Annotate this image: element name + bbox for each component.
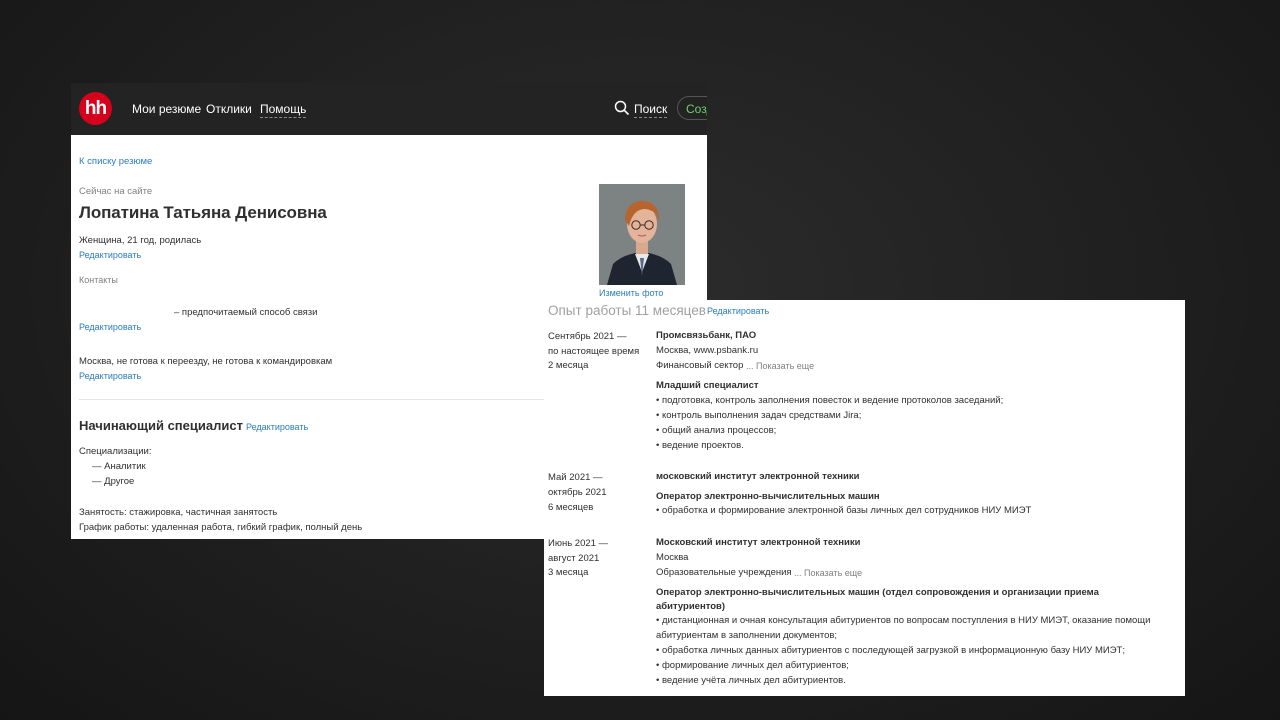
profile-photo xyxy=(599,184,685,285)
job-period-start: Июнь 2021 — xyxy=(548,538,609,549)
job-duty: • ведение проектов. xyxy=(656,440,744,451)
job-company-info: Москва, www.psbank.ru xyxy=(656,345,759,356)
job-role: Оператор электронно-вычислительных машин… xyxy=(656,587,1099,598)
job-period-start: Сентябрь 2021 — xyxy=(548,331,627,342)
work-schedule: График работы: удаленная работа, гибкий … xyxy=(79,522,363,533)
nav-search[interactable]: Поиск xyxy=(634,102,668,118)
job-duty: • обработка и формирование электронной б… xyxy=(656,505,1032,516)
work-experience-panel: Опыт работы 11 месяцев Редактировать Сен… xyxy=(544,300,1185,696)
job-duty: • контроль выполнения задач средствами J… xyxy=(656,410,862,421)
nav-responses[interactable]: Отклики xyxy=(206,102,252,116)
gender-age: Женщина, 21 год, родилась xyxy=(79,235,202,246)
job-role: Оператор электронно-вычислительных машин xyxy=(656,491,880,502)
job-industry: Образовательные учреждения xyxy=(656,567,792,578)
job-duty: • подготовка, контроль заполнения повест… xyxy=(656,395,1004,406)
edit-experience-link[interactable]: Редактировать xyxy=(707,306,769,316)
back-to-resumes-link[interactable]: К списку резюме xyxy=(79,156,152,167)
specializations-label: Специализации: xyxy=(79,446,152,457)
job-duty: • дистанционная и очная консультация аби… xyxy=(656,615,1151,626)
nav-help[interactable]: Помощь xyxy=(260,102,307,118)
job-period-end: август 2021 xyxy=(548,553,600,564)
nav-my-resumes[interactable]: Мои резюме xyxy=(132,102,201,116)
specialization-item: — Аналитик xyxy=(92,461,146,472)
job-period-start: Май 2021 — xyxy=(548,472,603,483)
section-divider xyxy=(79,399,544,400)
edit-contacts-link[interactable]: Редактировать xyxy=(79,322,141,332)
position-title: Начинающий специалист xyxy=(79,418,243,433)
job-duty: абитуриентам в заполнении документов; xyxy=(656,630,838,641)
create-resume-button[interactable]: Созд xyxy=(677,96,707,120)
job-industry: Финансовый сектор xyxy=(656,360,744,371)
candidate-name: Лопатина Татьяна Денисовна xyxy=(79,203,327,222)
portrait-image xyxy=(599,184,685,285)
job-duty: • обработка личных данных абитуриентов с… xyxy=(656,645,1125,656)
experience-title: Опыт работы 11 месяцев xyxy=(548,303,706,318)
change-photo-link[interactable]: Изменить фото xyxy=(599,288,663,298)
job-role: Младший специалист xyxy=(656,380,759,391)
show-more-link[interactable]: ... Показать еще xyxy=(794,568,862,578)
edit-position-link[interactable]: Редактировать xyxy=(246,422,308,432)
job-duty: • ведение учёта личных дел абитуриентов. xyxy=(656,675,846,686)
job-period-end: октябрь 2021 xyxy=(548,487,607,498)
job-company: московский институт электронной техники xyxy=(656,471,860,482)
top-navigation-bar: hh Мои резюме Отклики Помощь Поиск Созд xyxy=(71,83,707,135)
job-duty: • формирование личных дел абитуриентов; xyxy=(656,660,849,671)
hh-logo[interactable]: hh xyxy=(79,92,112,125)
online-status: Сейчас на сайте xyxy=(79,186,153,197)
search-icon[interactable] xyxy=(614,100,630,116)
contacts-label: Контакты xyxy=(79,275,118,285)
specialization-item: — Другое xyxy=(92,476,135,487)
job-company: Промсвязьбанк, ПАО xyxy=(656,330,757,341)
edit-location-link[interactable]: Редактировать xyxy=(79,371,141,381)
job-duty: • общий анализ процессов; xyxy=(656,425,777,436)
job-duration: 6 месяцев xyxy=(548,502,594,513)
employment-type: Занятость: стажировка, частичная занятос… xyxy=(79,507,278,518)
job-company: Московский институт электронной техники xyxy=(656,537,861,548)
edit-personal-link[interactable]: Редактировать xyxy=(79,250,141,260)
show-more-link[interactable]: ... Показать еще xyxy=(746,361,814,371)
job-period-end: по настоящее время xyxy=(548,346,640,357)
preferred-contact-note: – предпочитаемый способ связи xyxy=(174,307,318,318)
job-company-info: Москва xyxy=(656,552,689,563)
job-role-continued: абитуриентов) xyxy=(656,601,726,612)
location-info: Москва, не готова к переезду, не готова … xyxy=(79,356,333,367)
job-duration: 2 месяца xyxy=(548,360,589,371)
job-duration: 3 месяца xyxy=(548,567,589,578)
